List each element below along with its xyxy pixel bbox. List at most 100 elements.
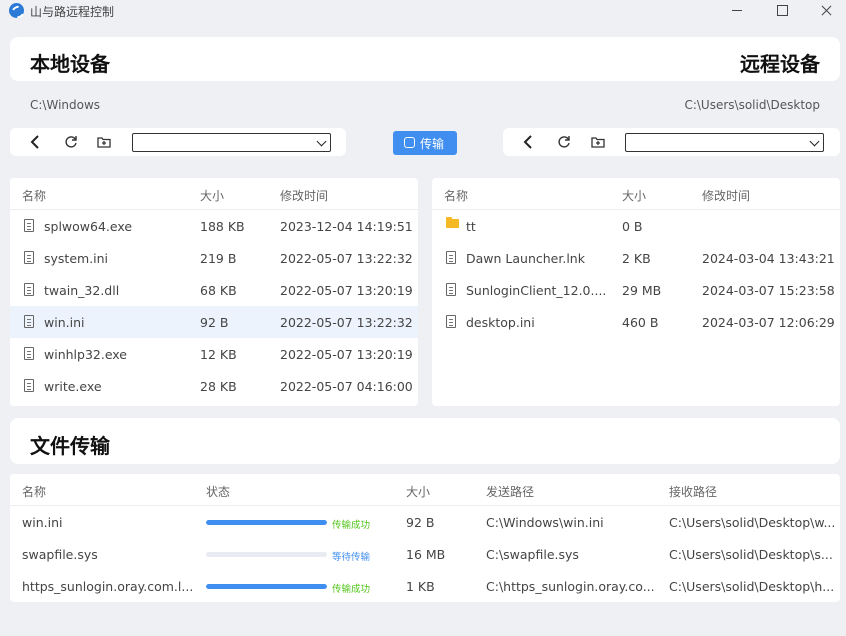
transfer-dst: C:\Users\solid\Desktop\h... [669, 579, 835, 594]
progress-bar [206, 584, 327, 589]
file-icon [24, 315, 34, 328]
column-name[interactable]: 名称 [22, 187, 46, 204]
column-size[interactable]: 大小 [622, 187, 646, 204]
transfer-src: C:\https_sunlogin.oray.co... [486, 579, 655, 594]
chevron-down-icon [316, 136, 327, 147]
progress-bar [206, 520, 327, 525]
transfer-list: 名称 状态 大小 发送路径 接收路径 win.ini 传输成功 92 B C:\Win… [10, 474, 840, 602]
file-name: write.exe [44, 379, 102, 394]
table-row[interactable]: tt 0 B [432, 210, 840, 242]
table-row[interactable]: Dawn Launcher.lnk 2 KB 2024-03-04 13:43:21 [432, 242, 840, 274]
table-row[interactable]: win.ini 92 B 2022-05-07 13:22:32 [10, 306, 418, 338]
transfer-size: 16 MB [406, 547, 446, 562]
file-icon [24, 283, 34, 296]
column-size[interactable]: 大小 [200, 187, 224, 204]
transfer-title: 文件传输 [30, 434, 110, 458]
transfer-size: 92 B [406, 515, 435, 530]
column-src: 发送路径 [486, 485, 535, 499]
transfer-name: https_sunlogin.oray.com.l... [22, 579, 194, 594]
transfer-src: C:\swapfile.sys [486, 547, 579, 562]
file-mtime: 2024-03-04 13:43:21 [702, 251, 835, 266]
file-size: 0 B [622, 219, 643, 234]
status-text: 传输成功 [332, 584, 371, 595]
table-row[interactable]: system.ini 219 B 2022-05-07 13:22:32 [10, 242, 418, 274]
column-name: 名称 [22, 485, 47, 499]
file-name: Dawn Launcher.lnk [466, 251, 585, 266]
table-row[interactable]: twain_32.dll 68 KB 2022-05-07 13:20:19 [10, 274, 418, 306]
window-title: 山与路远程控制 [30, 5, 115, 19]
column-mtime[interactable]: 修改时间 [702, 187, 750, 204]
file-size: 460 B [622, 315, 659, 330]
new-folder-icon[interactable] [94, 132, 114, 152]
file-name: splwow64.exe [44, 219, 133, 234]
back-icon[interactable] [519, 132, 539, 152]
table-header: 名称 大小 修改时间 [432, 178, 840, 210]
transfer-row[interactable]: swapfile.sys 等待传输 16 MB C:\swapfile.sys C:\U… [10, 538, 840, 570]
remote-file-list: 名称 大小 修改时间 tt 0 B Dawn Launcher.lnk 2 KB 202… [432, 178, 840, 406]
column-mtime[interactable]: 修改时间 [280, 187, 328, 204]
maximize-button[interactable] [758, 0, 804, 22]
new-folder-icon[interactable] [588, 132, 608, 152]
progress-fill [206, 584, 327, 589]
file-size: 2 KB [622, 251, 651, 266]
transfer-icon [404, 137, 415, 148]
file-size: 92 B [200, 315, 229, 330]
transfer-row[interactable]: https_sunlogin.oray.com.l... 传输成功 1 KB C:\h… [10, 570, 840, 602]
refresh-icon[interactable] [554, 132, 574, 152]
file-icon [446, 315, 456, 328]
table-header: 名称 大小 修改时间 [10, 178, 418, 210]
file-icon [446, 283, 456, 296]
chevron-down-icon [809, 136, 820, 147]
device-header: 本地设备 远程设备 [10, 37, 840, 81]
file-name: SunloginClient_12.0.... [466, 283, 607, 298]
file-mtime: 2022-05-07 13:20:19 [280, 283, 413, 298]
table-row[interactable]: desktop.ini 460 B 2024-03-07 12:06:29 [432, 306, 840, 338]
column-size: 大小 [406, 485, 431, 499]
transfer-row[interactable]: win.ini 传输成功 92 B C:\Windows\win.ini C:\User… [10, 506, 840, 538]
table-row[interactable]: write.exe 28 KB 2022-05-07 04:16:00 [10, 370, 418, 402]
transfer-name: swapfile.sys [22, 547, 98, 562]
file-icon [24, 379, 34, 392]
file-size: 68 KB [200, 283, 237, 298]
file-name: win.ini [44, 315, 85, 330]
refresh-icon[interactable] [61, 132, 81, 152]
column-dst: 接收路径 [669, 485, 718, 499]
file-icon [24, 347, 34, 360]
local-file-list: 名称 大小 修改时间 splwow64.exe 188 KB 2023-12-04 … [10, 178, 418, 406]
local-path: C:\Windows [30, 98, 101, 112]
local-toolbar [10, 128, 346, 156]
remote-path: C:\Users\solid\Desktop [684, 98, 820, 112]
file-size: 29 MB [622, 283, 662, 298]
file-size: 28 KB [200, 379, 237, 394]
transfer-size: 1 KB [406, 579, 435, 594]
app-logo-icon [9, 3, 24, 18]
file-icon [446, 251, 456, 264]
table-row[interactable]: splwow64.exe 188 KB 2023-12-04 14:19:51 [10, 210, 418, 242]
file-name: tt [466, 219, 476, 234]
remote-toolbar [503, 128, 840, 156]
file-icon [24, 251, 34, 264]
file-mtime: 2022-05-07 13:22:32 [280, 315, 413, 330]
column-name[interactable]: 名称 [444, 187, 468, 204]
file-icon [24, 219, 34, 232]
local-drive-select[interactable] [132, 133, 331, 152]
folder-icon [446, 217, 459, 228]
title-bar: 山与路远程控制 [0, 0, 846, 22]
file-mtime: 2023-12-04 14:19:51 [280, 219, 413, 234]
back-icon[interactable] [26, 132, 46, 152]
close-button[interactable] [803, 0, 846, 22]
local-device-title: 本地设备 [30, 52, 110, 76]
transfer-button[interactable]: 传输 [393, 131, 457, 155]
table-row[interactable]: SunloginClient_12.0.... 29 MB 2024-03-07 1… [432, 274, 840, 306]
transfer-header: 文件传输 [10, 418, 840, 464]
table-header: 名称 状态 大小 发送路径 接收路径 [10, 474, 840, 506]
file-mtime: 2022-05-07 13:22:32 [280, 251, 413, 266]
minimize-button[interactable] [714, 0, 760, 22]
file-mtime: 2024-03-07 12:06:29 [702, 315, 835, 330]
column-status: 状态 [206, 485, 231, 499]
file-name: twain_32.dll [44, 283, 120, 298]
remote-drive-select[interactable] [625, 133, 824, 152]
table-row[interactable]: winhlp32.exe 12 KB 2022-05-07 13:20:19 [10, 338, 418, 370]
file-mtime: 2022-05-07 04:16:00 [280, 379, 413, 394]
progress-bar [206, 552, 327, 557]
